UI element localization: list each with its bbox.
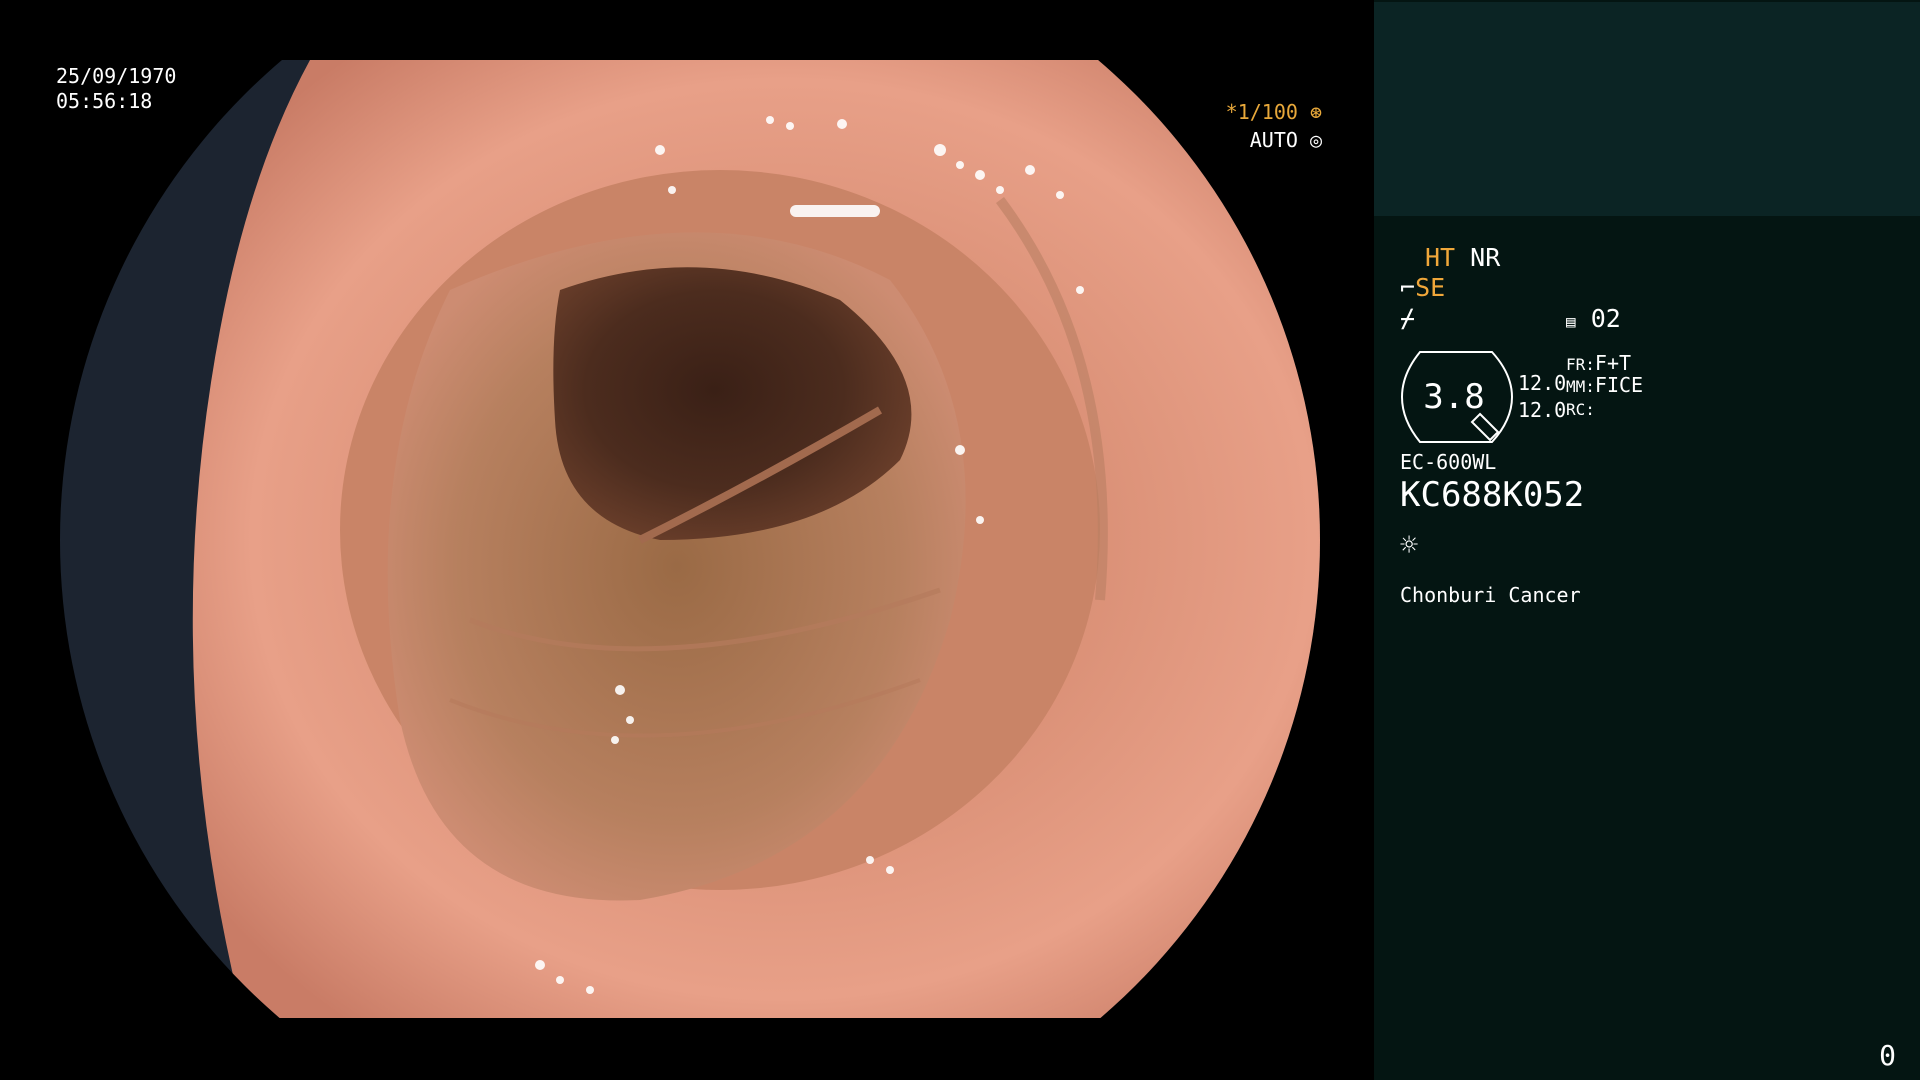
scope-model: EC-600WL <box>1400 450 1497 474</box>
preset-row: ▤ 02 <box>1566 304 1621 333</box>
shutter-text: *1/100 <box>1225 100 1298 124</box>
zoom-value: 3.8 <box>1423 377 1484 417</box>
institution-name: Chonburi Cancer <box>1400 583 1581 607</box>
endoscope-video-area: 25/09/1970 05:56:18 *1/100 ⊛ AUTO ◎ <box>0 0 1374 1080</box>
shutter-readout: *1/100 ⊛ <box>1226 100 1322 124</box>
scope-hand-icon: ⌐ <box>1400 273 1416 302</box>
value-b: 12.0 <box>1518 398 1567 422</box>
fr-row: FR:F+T <box>1566 351 1631 375</box>
iris-icon: ◎ <box>1309 128 1322 152</box>
date-text: 25/09/1970 <box>56 64 177 88</box>
zoom-indicator: 3.8 <box>1400 351 1514 443</box>
nr-label: NR <box>1470 243 1501 272</box>
preset-number: 02 <box>1590 304 1621 333</box>
shutter-icon: ⊛ <box>1309 100 1322 124</box>
rc-row: RC: <box>1566 400 1595 419</box>
mm-label: MM: <box>1566 377 1595 396</box>
enhance-icon: ⌿ <box>1400 304 1416 333</box>
se-row: ⌐SE <box>1400 273 1445 302</box>
scope-serial: KC688K052 <box>1400 475 1585 515</box>
image-counter: 0 <box>1879 1039 1896 1072</box>
iris-text: AUTO <box>1249 128 1298 152</box>
mm-value: FICE <box>1594 373 1644 397</box>
iris-readout: AUTO ◎ <box>1250 128 1322 152</box>
mm-row: MM:FICE <box>1566 373 1643 397</box>
preset-icon: ▤ <box>1566 312 1576 331</box>
enhancement-row: HT NR <box>1425 243 1500 272</box>
enhance-row: ⌿ <box>1400 304 1415 333</box>
ht-label: HT <box>1425 243 1456 272</box>
fr-value: F+T <box>1594 351 1632 375</box>
info-panel: HT NR ⌐SE ⌿ ▤ 02 3.8 12.0 12.0 FR:F+T MM… <box>1374 0 1920 1080</box>
light-icon: ☼ <box>1400 528 1419 563</box>
value-a: 12.0 <box>1518 371 1567 395</box>
panel-header-block <box>1374 2 1920 216</box>
time-text: 05:56:18 <box>56 89 153 113</box>
rc-label: RC: <box>1566 400 1595 419</box>
se-label: SE <box>1415 273 1446 302</box>
fr-label: FR: <box>1566 355 1595 374</box>
datetime-overlay: 25/09/1970 05:56:18 <box>56 64 176 114</box>
endoscopic-image <box>60 60 1320 1018</box>
